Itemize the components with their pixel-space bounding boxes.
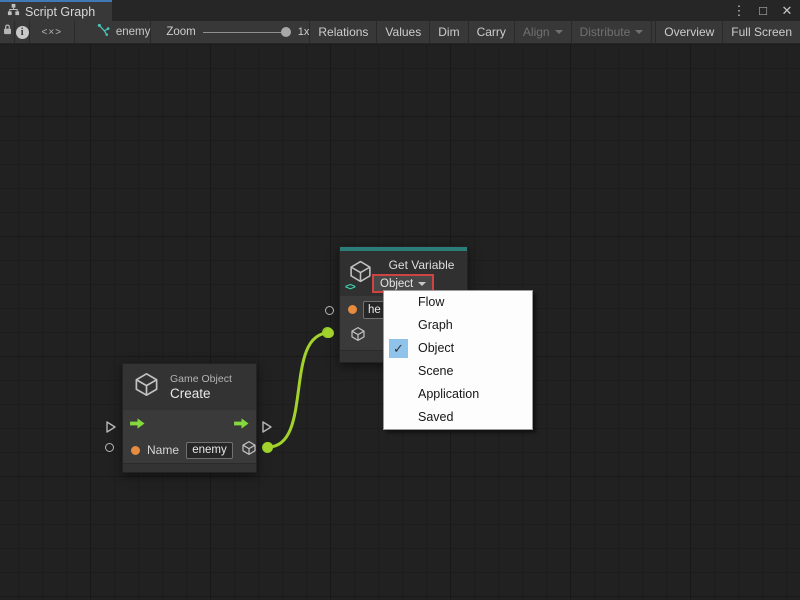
- window-titlebar: Script Graph ⋮ □ ✕: [0, 0, 800, 21]
- toolbar-button-relations[interactable]: Relations: [310, 21, 377, 43]
- name-value-port[interactable]: [348, 305, 357, 314]
- node-type-label: Game Object: [170, 373, 232, 385]
- flow-out-arrow-icon[interactable]: [233, 417, 250, 435]
- toolbar-button-align[interactable]: Align: [515, 21, 572, 43]
- create-result-out-port[interactable]: [262, 442, 273, 453]
- chevron-down-icon: [418, 282, 426, 286]
- toolbar-button-overview[interactable]: Overview: [655, 21, 723, 43]
- maximize-button[interactable]: □: [754, 2, 772, 20]
- menu-item-saved[interactable]: Saved: [384, 406, 532, 429]
- create-flow-in-port[interactable]: [105, 420, 117, 439]
- node-title: Create: [170, 386, 232, 401]
- graph-toolbar: i <×> enemy Zoom 1x Relations: [0, 21, 800, 44]
- game-object-cube-icon: [133, 371, 160, 403]
- game-object-input-cube-icon[interactable]: [350, 326, 366, 347]
- create-flow-out-port[interactable]: [261, 420, 273, 439]
- close-button[interactable]: ✕: [778, 2, 796, 20]
- menu-item-object[interactable]: ✓ Object: [384, 337, 532, 360]
- zoom-slider-handle[interactable]: [281, 27, 291, 37]
- scope-dropdown-menu: Flow Graph ✓ Object Scene Application Sa…: [383, 290, 533, 430]
- graph-name-label: enemy: [116, 26, 151, 38]
- graph-breadcrumb[interactable]: enemy: [75, 21, 152, 43]
- toolbar-button-carry[interactable]: Carry: [469, 21, 515, 43]
- maximize-icon: □: [759, 3, 767, 18]
- node-game-object-create[interactable]: Game Object Create Name: [122, 363, 257, 473]
- node-footer: [123, 463, 256, 472]
- game-object-output-cube-icon[interactable]: [241, 440, 257, 461]
- flow-port-row: [123, 410, 256, 437]
- menu-item-application[interactable]: Application: [384, 383, 532, 406]
- code-preview-button[interactable]: <×>: [30, 21, 75, 43]
- info-icon: i: [16, 26, 29, 39]
- zoom-slider[interactable]: [203, 27, 291, 37]
- chevron-down-icon: [635, 30, 643, 34]
- create-name-in-port[interactable]: [105, 443, 114, 452]
- tab-title: Script Graph: [25, 5, 95, 19]
- tab-script-graph[interactable]: Script Graph: [0, 0, 112, 21]
- graph-tree-icon: [7, 3, 20, 21]
- toolbar-button-values[interactable]: Values: [377, 21, 430, 43]
- window-controls: ⋮ □ ✕: [730, 0, 796, 21]
- getvar-object-in-port[interactable]: [322, 327, 333, 338]
- menu-item-graph[interactable]: Graph: [384, 314, 532, 337]
- checkmark-icon: ✓: [389, 339, 408, 358]
- chevron-down-icon: [555, 30, 563, 34]
- zoom-slider-track: [203, 32, 287, 34]
- graph-share-icon: [97, 23, 110, 41]
- name-value-port[interactable]: [131, 446, 140, 455]
- node-header: Game Object Create: [123, 364, 256, 410]
- code-brackets-icon: <>: [345, 282, 355, 293]
- menu-item-flow[interactable]: Flow: [384, 291, 532, 314]
- toolbar-button-dim[interactable]: Dim: [430, 21, 468, 43]
- kebab-icon: ⋮: [733, 3, 746, 19]
- flow-in-arrow-icon[interactable]: [129, 417, 146, 435]
- name-port-label: Name: [147, 443, 179, 457]
- zoom-value: 1x: [298, 26, 310, 38]
- name-port-row: Name: [123, 437, 256, 463]
- lock-icon: [2, 23, 13, 41]
- code-icon: <×>: [42, 27, 63, 38]
- info-button[interactable]: i: [15, 21, 29, 43]
- name-input[interactable]: [186, 442, 233, 459]
- lock-button[interactable]: [0, 21, 15, 43]
- getvar-name-in-port[interactable]: [325, 306, 334, 315]
- toolbar-button-distribute[interactable]: Distribute: [572, 21, 653, 43]
- more-options-button[interactable]: ⋮: [730, 2, 748, 20]
- toolbar-button-fullscreen[interactable]: Full Screen: [723, 21, 800, 43]
- scope-dropdown-value: Object: [380, 278, 413, 290]
- zoom-control: Zoom 1x: [151, 21, 310, 43]
- node-title: Get Variable: [378, 258, 465, 272]
- close-icon: ✕: [782, 3, 793, 19]
- menu-item-scene[interactable]: Scene: [384, 360, 532, 383]
- zoom-label: Zoom: [166, 26, 195, 38]
- script-graph-window: Script Graph ⋮ □ ✕ i <×>: [0, 0, 800, 600]
- variable-cube-icon: <>: [348, 259, 373, 289]
